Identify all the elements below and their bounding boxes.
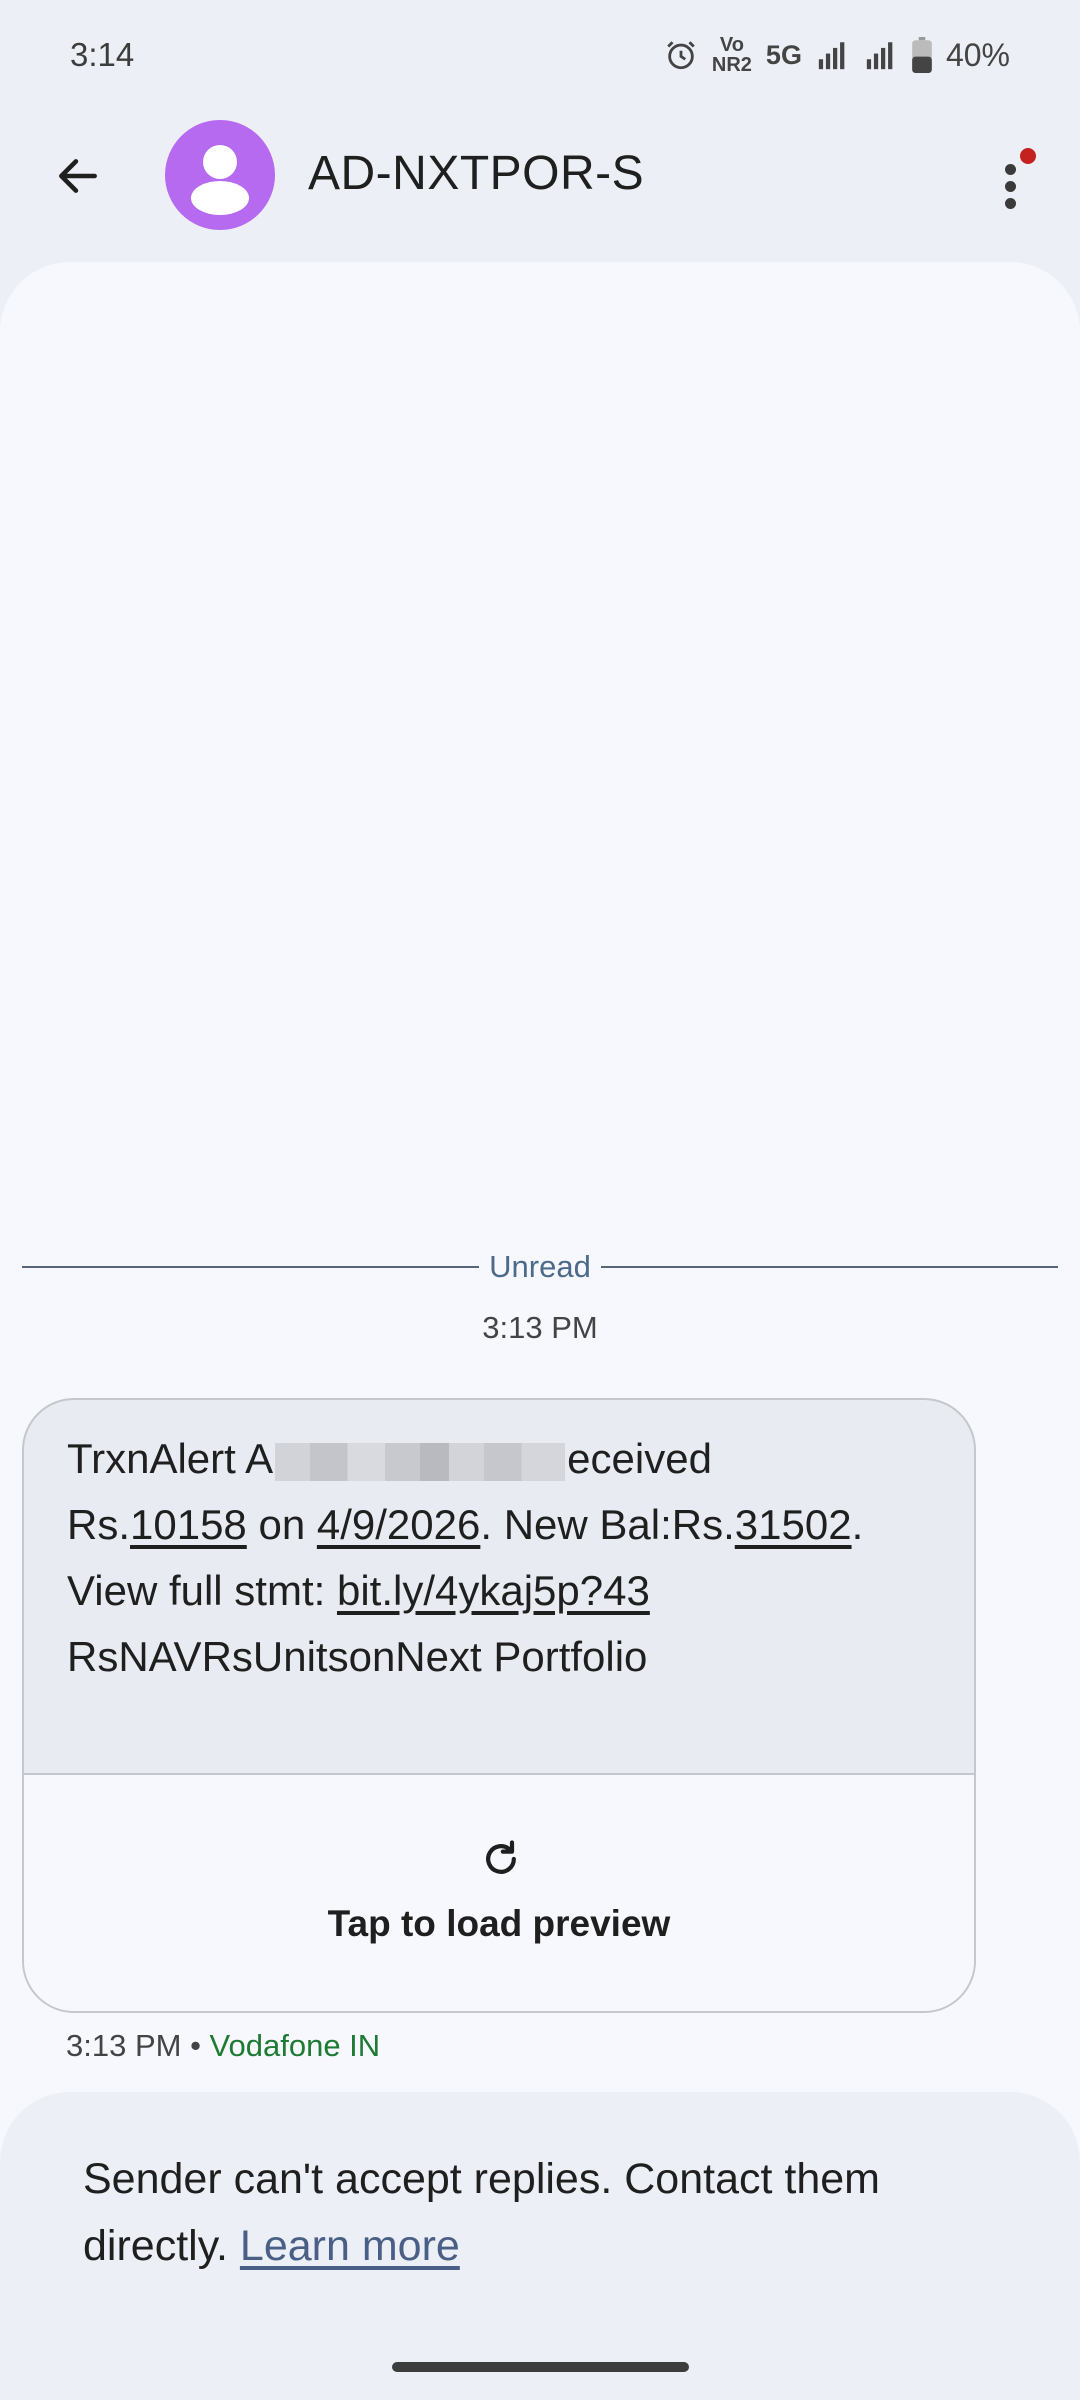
message-meta: 3:13 PM • Vodafone IN [66, 2028, 381, 2063]
carrier-label: Vodafone IN [209, 2028, 381, 2063]
signal-icon [818, 42, 845, 70]
load-preview-button[interactable]: Tap to load preview [24, 1773, 974, 2011]
learn-more-link[interactable]: Learn more [240, 2222, 460, 2270]
unread-label: Unread [489, 1249, 591, 1284]
status-time: 3:14 [70, 36, 135, 73]
message-timestamp: 3:13 PM [482, 1310, 598, 1345]
balance-link[interactable]: 31502 [735, 1501, 852, 1548]
contact-name: AD-NXTPOR-S [308, 147, 645, 200]
back-button[interactable] [40, 138, 116, 214]
message-tail: RsNAVRsUnitsonNext Portfolio [67, 1633, 648, 1680]
app-bar: AD-NXTPOR-S [0, 110, 1080, 240]
notification-dot [1020, 148, 1036, 164]
redacted-block [275, 1442, 566, 1481]
signal-icon [866, 42, 893, 70]
status-icons: Vo NR2 5G 40% [664, 35, 1010, 75]
message-bubble[interactable]: TrxnAlert Aeceived Rs.10158 on 4/9/2026.… [22, 1398, 976, 2013]
preview-label: Tap to load preview [327, 1903, 671, 1944]
home-indicator[interactable] [392, 2362, 689, 2372]
network-type: 5G [765, 39, 802, 70]
back-arrow-icon [59, 159, 97, 193]
amount-link[interactable]: 10158 [130, 1501, 247, 1548]
battery-icon [912, 37, 932, 73]
statement-link[interactable]: bit.ly/4ykaj5p?43 [337, 1567, 650, 1614]
message-text: TrxnAlert Aeceived Rs.10158 on 4/9/2026.… [67, 1435, 864, 1680]
date-link[interactable]: 4/9/2026 [317, 1501, 481, 1548]
refresh-icon [486, 1840, 516, 1874]
volte-icon: Vo NR2 [711, 34, 752, 76]
unread-divider: Unread [22, 1245, 1058, 1289]
alarm-icon [667, 41, 695, 70]
more-options-button[interactable] [975, 130, 1045, 220]
avatar[interactable] [165, 120, 275, 230]
person-icon [191, 145, 249, 215]
battery-percent: 40% [945, 36, 1010, 73]
reply-notice: Sender can't accept replies. Contact the… [0, 2092, 1080, 2400]
notice-text: Sender can't accept replies. Contact the… [83, 2155, 880, 2270]
status-bar: 3:14 Vo NR2 5G 40% [0, 0, 1080, 110]
